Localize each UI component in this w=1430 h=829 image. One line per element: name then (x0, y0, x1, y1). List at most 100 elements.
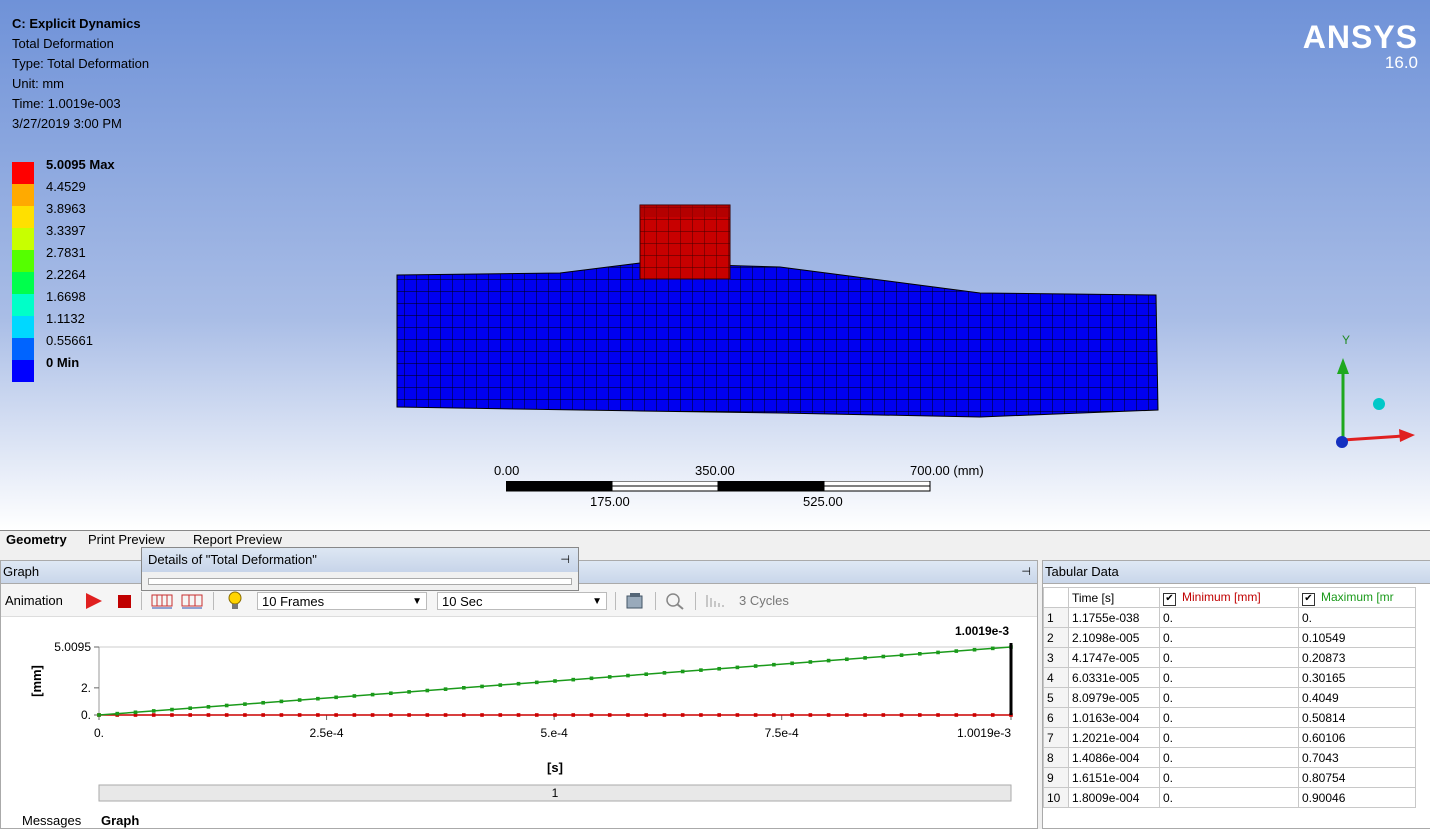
toolbar-separator (615, 592, 616, 610)
tab-messages[interactable]: Messages (22, 813, 81, 828)
checkbox-icon[interactable]: ✔ (1163, 592, 1176, 606)
row-index: 9 (1043, 767, 1069, 788)
cycles-label: 3 Cycles (739, 593, 789, 608)
maximum-series-point (936, 650, 940, 655)
legend-label: 0.55661 (46, 333, 93, 348)
minimum-series-point (553, 713, 557, 717)
minimum-series-point (680, 713, 685, 717)
stop-icon[interactable] (118, 595, 131, 608)
maximum-series-point (498, 683, 503, 687)
frames-dropdown[interactable]: 10 Frames ▼ (257, 592, 427, 610)
distributed-frames-icon[interactable] (151, 593, 173, 609)
version-number: 16.0 (1384, 53, 1418, 72)
table-row[interactable]: 3 4.1747e-005 0. 0.20873 (1043, 647, 1416, 668)
play-icon[interactable] (84, 592, 102, 610)
table-row[interactable]: 10 1.8009e-004 0. 0.90046 (1043, 787, 1416, 808)
table-row[interactable]: 5 8.0979e-005 0. 0.4049 (1043, 687, 1416, 708)
y-tick-label: 0. (81, 708, 91, 722)
time-cell: 1.4086e-004 (1068, 747, 1160, 768)
table-row[interactable]: 6 1.0163e-004 0. 0.50814 (1043, 707, 1416, 728)
table-row[interactable]: 9 1.6151e-004 0. 0.80754 (1043, 767, 1416, 788)
table-row[interactable]: 2 2.1098e-005 0. 0.10549 (1043, 627, 1416, 648)
checkbox-icon[interactable]: ✔ (1302, 592, 1315, 606)
minimum-series-point (224, 713, 229, 717)
maximum-series-point (115, 711, 120, 716)
maximum-series-point (717, 666, 721, 671)
minimum-series-point (644, 713, 648, 717)
tab-graph[interactable]: Graph (101, 813, 139, 828)
x-axis-label: [s] (547, 760, 563, 775)
minimum-series-point (699, 713, 703, 717)
result-sets-icon[interactable] (181, 593, 203, 609)
row-index: 3 (1043, 647, 1069, 668)
column-header-time: Time [s] (1068, 587, 1160, 608)
deformation-chart[interactable]: 0. 2. 5.0095 0. 2.5e-4 5.e-4 7.5e-4 1.0019e-3 [s… (1, 617, 1035, 827)
legend-swatch (12, 184, 34, 206)
maximum-series-point (845, 657, 849, 662)
y-axis-label: [mm] (29, 665, 44, 697)
maximum-series-point (462, 686, 466, 690)
lightbulb-icon[interactable] (227, 591, 243, 611)
pin-icon[interactable]: ⊣ (1021, 561, 1031, 583)
row-index: 5 (1043, 687, 1069, 708)
legend-label: 4.4529 (46, 179, 86, 194)
time-cell: 1.6151e-004 (1068, 767, 1160, 788)
maximum-series-point (407, 690, 411, 694)
minimum-series-point (717, 713, 721, 717)
table-row[interactable]: 4 6.0331e-005 0. 0.30165 (1043, 667, 1416, 688)
graphics-viewport[interactable]: C: Explicit Dynamics Total Deformation T… (0, 0, 1430, 530)
mesh-model[interactable] (380, 195, 1180, 425)
tabular-body: 1 1.1755e-038 0. 0. 2 2.1098e-005 0. 0.10549 3 4.… (1043, 607, 1416, 808)
tab-report-preview[interactable]: Report Preview (193, 532, 282, 547)
minimum-cell: 0. (1159, 687, 1299, 708)
minimum-series-point (498, 713, 503, 717)
minimum-cell: 0. (1159, 607, 1299, 628)
details-panel[interactable]: Details of "Total Deformation" ⊣ (141, 547, 579, 591)
minimum-series-point (936, 713, 940, 717)
x-tick-label: 5.e-4 (540, 726, 568, 740)
minimum-cell: 0. (1159, 707, 1299, 728)
maximum-series-point (644, 672, 648, 676)
legend-swatch (12, 338, 34, 360)
zoom-icon[interactable] (665, 592, 685, 610)
graph-panel-title: Graph (3, 564, 40, 579)
minimum-series-point (571, 713, 576, 717)
maximum-series-point (680, 669, 685, 674)
minimum-series-point (443, 713, 448, 717)
maximum-cell: 0. (1298, 607, 1416, 628)
maximum-cell: 0.10549 (1298, 627, 1416, 648)
table-row[interactable]: 1 1.1755e-038 0. 0. (1043, 607, 1416, 628)
minimum-series-point (316, 713, 320, 717)
export-video-icon[interactable] (625, 592, 645, 610)
maximum-series-point (151, 709, 156, 713)
column-header-maximum[interactable]: ✔ Maximum [mr (1298, 587, 1416, 608)
maximum-series-point (334, 695, 338, 700)
maximum-series-point (826, 658, 831, 663)
minimum-series-point (352, 713, 357, 717)
tab-print-preview[interactable]: Print Preview (88, 532, 165, 547)
tabular-data-panel: Tabular Data Time [s] ✔ Minimum [mm] ✔ Max… (1042, 560, 1430, 829)
pin-icon[interactable]: ⊣ (560, 548, 570, 572)
maximum-series-point (297, 698, 302, 702)
row-index: 4 (1043, 667, 1069, 688)
column-header-minimum[interactable]: ✔ Minimum [mm] (1159, 587, 1299, 608)
maximum-series-point (170, 707, 174, 712)
table-row[interactable]: 7 1.2021e-004 0. 0.60106 (1043, 727, 1416, 748)
minimum-cell: 0. (1159, 627, 1299, 648)
table-row[interactable]: 8 1.4086e-004 0. 0.7043 (1043, 747, 1416, 768)
maximum-series-point (425, 688, 430, 693)
result-time: Time: 1.0019e-003 (12, 96, 121, 111)
minimum-series-point (516, 713, 521, 717)
x-tick-label: 1.0019e-3 (957, 726, 1011, 740)
coordinate-triad[interactable]: Y (1325, 330, 1430, 455)
legend-swatch (12, 206, 34, 228)
deformed-plate (396, 262, 1159, 418)
toolbar-separator (695, 592, 696, 610)
maximum-series-point (480, 684, 484, 689)
tab-geometry[interactable]: Geometry (6, 532, 67, 547)
details-scrollbar[interactable] (148, 578, 572, 585)
maximum-series-point (243, 702, 247, 706)
duration-dropdown[interactable]: 10 Sec ▼ (437, 592, 607, 610)
minimum-series-point (425, 713, 430, 717)
legend-swatch (12, 250, 34, 272)
